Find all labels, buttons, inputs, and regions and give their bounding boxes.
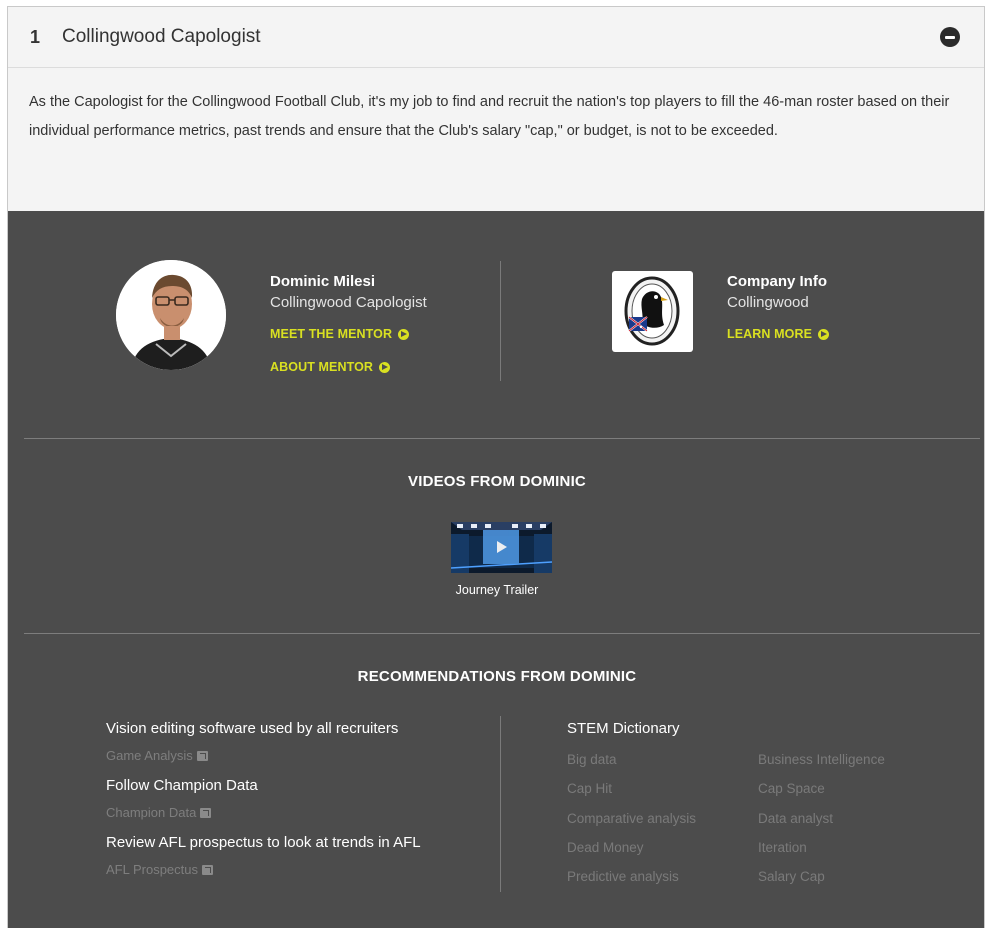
arrow-circle-right-icon [818,328,830,340]
dictionary-term[interactable]: Comparative analysis [567,810,758,839]
recommendation-title: Review AFL prospectus to look at trends … [106,834,421,851]
dictionary-term[interactable]: Dead Money [567,839,758,868]
play-button[interactable] [483,530,519,564]
meet-the-mentor-link[interactable]: MEET THE MENTOR [270,327,427,341]
mentor-panel: Dominic Milesi Collingwood Capologist ME… [8,211,984,928]
recommendation-link[interactable]: Champion Data [106,805,466,833]
videos-title: VIDEOS FROM DOMINIC [408,473,586,490]
mentor-role: Collingwood Capologist [270,294,427,311]
section-description: As the Capologist for the Collingwood Fo… [29,94,950,139]
company-info-label: Company Info [727,273,827,290]
mentor-name: Dominic Milesi [270,273,376,290]
learn-more-link[interactable]: LEARN MORE [727,327,830,341]
dictionary-term[interactable]: Big data [567,751,758,780]
external-link-icon [196,751,208,761]
meet-the-mentor-label: MEET THE MENTOR [270,327,393,341]
dictionary-term[interactable]: Iteration [758,839,938,868]
recommendation-title: Vision editing software used by all recr… [106,720,399,737]
section-divider [24,438,980,439]
recommendations-title: RECOMMENDATIONS FROM DOMINIC [357,668,637,685]
stem-dictionary-title: STEM Dictionary [567,720,680,737]
recommendation-title: Follow Champion Data [106,777,258,794]
mentor-row: Dominic Milesi Collingwood Capologist ME… [8,211,984,441]
dictionary-term[interactable]: Salary Cap [758,868,938,897]
minus-circle-icon[interactable] [940,27,960,47]
dictionary-term[interactable]: Business Intelligence [758,751,938,780]
video-thumbnail[interactable] [451,522,552,573]
arrow-circle-right-icon [379,361,391,373]
company-info: Company Info Collingwood LEARN MORE [727,273,830,341]
about-mentor-link[interactable]: ABOUT MENTOR [270,360,427,374]
recommendation-link-label: Champion Data [106,805,197,820]
arrow-circle-right-icon [398,328,410,340]
section-title: Collingwood Capologist [62,26,261,47]
company-name: Collingwood [727,294,809,311]
stem-dictionary-terms: Big data Business Intelligence Cap Hit C… [567,751,947,897]
about-mentor-label: ABOUT MENTOR [270,360,374,374]
recommendation-link-label: Game Analysis [106,748,193,763]
learn-more-label: LEARN MORE [727,327,813,341]
dictionary-term[interactable]: Data analyst [758,810,938,839]
company-logo [612,271,693,352]
accordion-card: 1 Collingwood Capologist As the Capologi… [7,6,985,928]
play-icon [497,541,507,553]
dictionary-term[interactable]: Predictive analysis [567,868,758,897]
section-number: 1 [30,26,41,47]
dictionary-term[interactable]: Cap Hit [567,780,758,809]
recommendation-link[interactable]: Game Analysis [106,748,466,776]
mentor-avatar [116,260,226,370]
recommendation-list: Vision editing software used by all recr… [106,719,466,890]
section-divider [24,633,980,634]
external-link-icon [200,808,212,818]
video-caption[interactable]: Journey Trailer [8,583,984,597]
stem-dictionary: STEM Dictionary Big data Business Intell… [567,719,947,897]
external-link-icon [202,865,214,875]
mentor-info: Dominic Milesi Collingwood Capologist ME… [270,273,427,374]
dictionary-term[interactable]: Cap Space [758,780,938,809]
accordion-header[interactable]: 1 Collingwood Capologist [8,7,984,68]
recommendation-link[interactable]: AFL Prospectus [106,862,466,890]
recommendation-link-label: AFL Prospectus [106,862,199,877]
recommendations-divider [500,716,501,892]
mentor-divider [500,261,501,381]
